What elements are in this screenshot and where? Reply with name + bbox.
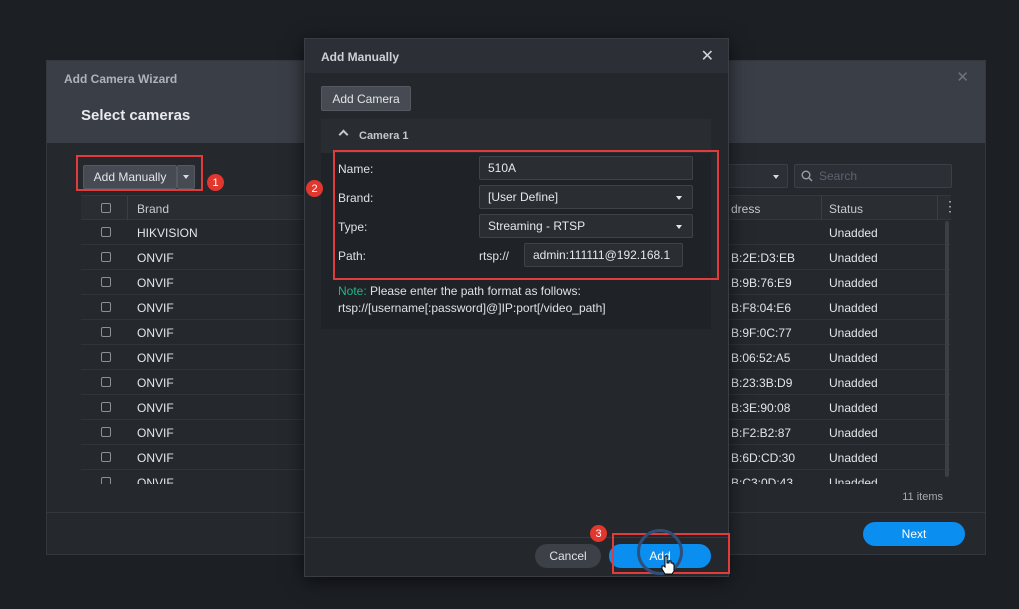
wizard-close-icon[interactable]: ✕ — [956, 68, 969, 86]
dialog-header: Add Manually ✕ — [305, 39, 728, 73]
note-text: Please enter the path format as follows: — [366, 284, 581, 298]
chevron-up-icon[interactable] — [338, 129, 349, 140]
add-camera-button[interactable]: Add Camera — [321, 86, 411, 111]
row-checkbox[interactable] — [101, 427, 111, 437]
column-header-brand[interactable]: Brand — [137, 202, 169, 216]
cell-status: Unadded — [829, 451, 878, 465]
row-checkbox[interactable] — [101, 277, 111, 287]
cell-brand: ONVIF — [137, 251, 174, 265]
dialog-title: Add Manually — [321, 50, 400, 64]
cell-address: B:F2:B2:87 — [731, 426, 792, 440]
wizard-title: Add Camera Wizard — [64, 72, 178, 86]
row-checkbox[interactable] — [101, 327, 111, 337]
cell-status: Unadded — [829, 476, 878, 484]
cell-brand: HIKVISION — [137, 226, 198, 240]
path-note: Note: Please enter the path format as fo… — [338, 283, 698, 317]
step3-badge: 3 — [590, 525, 607, 542]
camera-section-header[interactable]: Camera 1 — [321, 119, 711, 153]
select-all-checkbox[interactable] — [101, 203, 111, 213]
row-checkbox[interactable] — [101, 377, 111, 387]
cell-address: B:06:52:A5 — [731, 351, 791, 365]
cell-address: B:23:3B:D9 — [731, 376, 793, 390]
cell-status: Unadded — [829, 351, 878, 365]
next-button[interactable]: Next — [863, 522, 965, 546]
cell-address: B:9B:76:E9 — [731, 276, 792, 290]
cell-brand: ONVIF — [137, 326, 174, 340]
cell-address: B:F8:04:E6 — [731, 301, 792, 315]
close-icon[interactable]: ✕ — [701, 46, 714, 66]
cell-brand: ONVIF — [137, 351, 174, 365]
filter-select[interactable] — [727, 164, 788, 188]
cell-address: B:3E:90:08 — [731, 401, 791, 415]
step2-badge: 2 — [306, 180, 323, 197]
search-icon — [801, 170, 813, 182]
cell-status: Unadded — [829, 276, 878, 290]
cell-status: Unadded — [829, 251, 878, 265]
row-checkbox[interactable] — [101, 452, 111, 462]
cell-brand: ONVIF — [137, 451, 174, 465]
cell-brand: ONVIF — [137, 476, 174, 484]
add-manually-dialog: Add Manually ✕ Add Camera Camera 1 Name:… — [304, 38, 729, 577]
row-checkbox[interactable] — [101, 227, 111, 237]
cell-brand: ONVIF — [137, 276, 174, 290]
step1-badge: 1 — [207, 174, 224, 191]
chevron-down-icon — [773, 175, 779, 179]
highlight-step2 — [333, 150, 719, 280]
cell-address: B:C3:0D:43 — [731, 476, 794, 484]
hand-cursor-icon — [661, 555, 675, 575]
cell-brand: ONVIF — [137, 426, 174, 440]
cancel-button[interactable]: Cancel — [535, 544, 601, 568]
cell-address: B:6D:CD:30 — [731, 451, 796, 465]
search-box[interactable] — [794, 164, 952, 188]
search-input[interactable] — [819, 169, 939, 183]
column-header-status[interactable]: Status — [829, 202, 863, 216]
row-checkbox[interactable] — [101, 302, 111, 312]
cell-brand: ONVIF — [137, 401, 174, 415]
row-checkbox[interactable] — [101, 477, 111, 484]
cell-brand: ONVIF — [137, 301, 174, 315]
note-format: rtsp://[username[:password]@]IP:port[/vi… — [338, 301, 606, 315]
row-checkbox[interactable] — [101, 352, 111, 362]
row-checkbox[interactable] — [101, 252, 111, 262]
table-scrollbar[interactable] — [945, 221, 949, 477]
note-label: Note: — [338, 284, 367, 298]
column-header-address[interactable]: dress — [731, 202, 760, 216]
column-menu-icon[interactable]: ⋮ — [943, 199, 957, 213]
cell-brand: ONVIF — [137, 376, 174, 390]
cell-address: B:2E:D3:EB — [731, 251, 796, 265]
cell-status: Unadded — [829, 226, 878, 240]
row-checkbox[interactable] — [101, 402, 111, 412]
highlight-step1 — [76, 155, 203, 191]
cell-status: Unadded — [829, 376, 878, 390]
items-count: 11 items — [902, 491, 943, 503]
cell-status: Unadded — [829, 301, 878, 315]
cell-address: B:9F:0C:77 — [731, 326, 792, 340]
cell-status: Unadded — [829, 426, 878, 440]
cell-status: Unadded — [829, 401, 878, 415]
camera-section-title: Camera 1 — [359, 130, 409, 142]
wizard-heading: Select cameras — [81, 107, 191, 124]
cell-status: Unadded — [829, 326, 878, 340]
